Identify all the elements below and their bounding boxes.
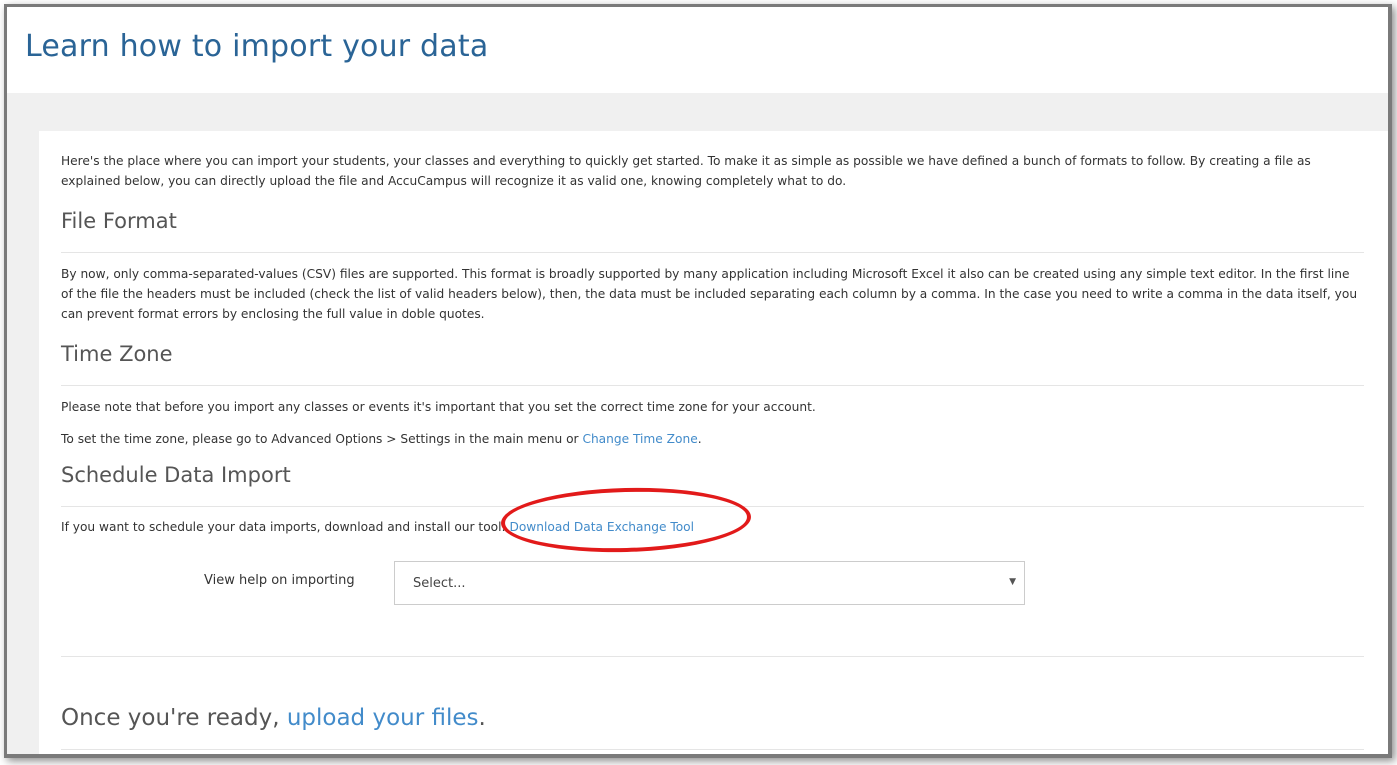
time-zone-instruction-suffix: .	[697, 432, 702, 446]
browser-frame: Learn how to import your data Here's the…	[4, 4, 1392, 758]
change-time-zone-link[interactable]: Change Time Zone	[582, 432, 697, 446]
schedule-text-prefix: If you want to schedule your data import…	[61, 520, 510, 534]
divider	[61, 252, 1364, 253]
ready-text: Once you're ready, upload your files.	[61, 705, 486, 731]
time-zone-heading: Time Zone	[61, 342, 173, 366]
page-header: Learn how to import your data	[7, 7, 1388, 93]
divider	[61, 385, 1364, 386]
ready-suffix: .	[478, 705, 486, 731]
time-zone-instruction-text: To set the time zone, please go to Advan…	[61, 432, 583, 446]
divider	[61, 656, 1364, 657]
help-select-dropdown[interactable]: Select... ▼	[394, 561, 1025, 605]
page-title: Learn how to import your data	[25, 29, 489, 64]
ready-prefix: Once you're ready,	[61, 705, 287, 731]
file-format-text: By now, only comma-separated-values (CSV…	[61, 267, 1358, 321]
divider	[61, 506, 1364, 507]
divider	[61, 749, 1364, 750]
schedule-text: If you want to schedule your data import…	[61, 517, 1364, 537]
content-panel: Here's the place where you can import yo…	[39, 131, 1388, 754]
schedule-heading: Schedule Data Import	[61, 463, 291, 487]
time-zone-note: Please note that before you import any c…	[61, 400, 816, 414]
help-select-label: View help on importing	[204, 573, 355, 588]
download-data-exchange-tool-link[interactable]: Download Data Exchange Tool	[509, 520, 694, 534]
upload-files-link[interactable]: upload your files	[287, 705, 479, 731]
help-select-value: Select...	[413, 576, 466, 591]
file-format-heading: File Format	[61, 209, 177, 233]
intro-text: Here's the place where you can import yo…	[61, 154, 1311, 188]
chevron-down-icon: ▼	[1009, 577, 1016, 587]
time-zone-instruction: To set the time zone, please go to Advan…	[61, 429, 1364, 449]
